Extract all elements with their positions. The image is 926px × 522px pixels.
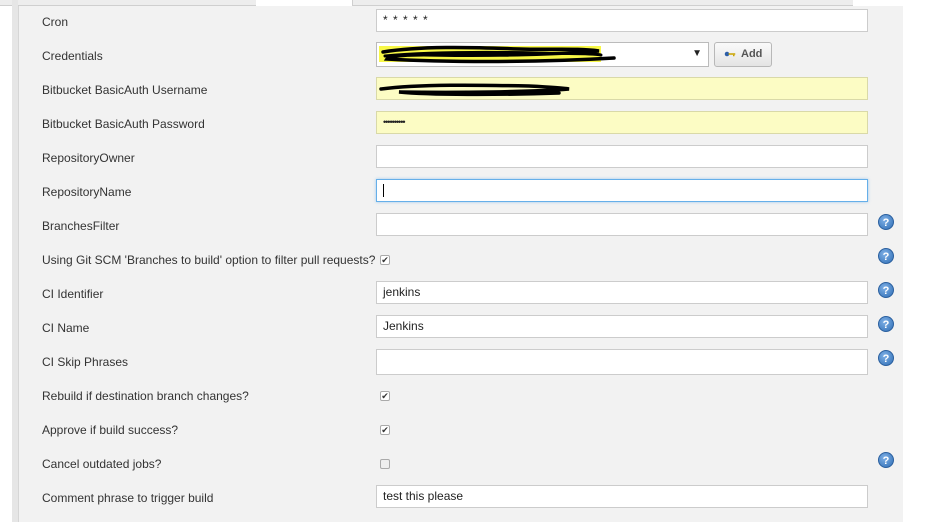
ci-identifier-label: CI Identifier xyxy=(42,287,104,301)
add-credentials-button[interactable]: Add xyxy=(714,42,772,67)
cancel-row: Cancel outdated jobs? ? xyxy=(19,448,903,482)
repo-owner-label: RepositoryOwner xyxy=(42,151,135,165)
cancel-checkbox[interactable] xyxy=(380,459,390,469)
bb-password-label: Bitbucket BasicAuth Password xyxy=(42,117,205,131)
rebuild-label: Rebuild if destination branch changes? xyxy=(42,389,249,403)
bb-username-row: Bitbucket BasicAuth Username xyxy=(19,74,903,108)
help-icon[interactable]: ? xyxy=(878,350,894,366)
repo-owner-row: RepositoryOwner xyxy=(19,142,903,176)
help-icon[interactable]: ? xyxy=(878,316,894,332)
rebuild-checkbox[interactable]: ✔ xyxy=(380,391,390,401)
branches-filter-row: BranchesFilter ? xyxy=(19,210,903,244)
repo-name-label: RepositoryName xyxy=(42,185,132,199)
ci-skip-label: CI Skip Phrases xyxy=(42,355,129,369)
git-scm-filter-row: Using Git SCM 'Branches to build' option… xyxy=(19,244,903,278)
build-trigger-config-panel: Cron * * * * * Credentials ▼ Add Bitbuck… xyxy=(18,6,903,522)
cancel-label: Cancel outdated jobs? xyxy=(42,457,162,471)
ci-name-input[interactable]: Jenkins xyxy=(376,315,868,338)
ci-skip-input[interactable] xyxy=(376,349,868,375)
text-caret xyxy=(383,184,384,198)
approve-label: Approve if build success? xyxy=(42,423,179,437)
credentials-label: Credentials xyxy=(42,49,103,63)
cron-label: Cron xyxy=(42,15,69,29)
comment-phrase-input[interactable]: test this please xyxy=(376,485,868,508)
bb-password-row: Bitbucket BasicAuth Password •••••••••• xyxy=(19,108,903,142)
ci-name-label: CI Name xyxy=(42,321,90,335)
branches-filter-input[interactable] xyxy=(376,213,868,236)
repo-name-row: RepositoryName xyxy=(19,176,903,210)
dropdown-arrow-icon[interactable]: ▼ xyxy=(692,48,702,59)
bb-username-label: Bitbucket BasicAuth Username xyxy=(42,83,208,97)
approve-row: Approve if build success? ✔ xyxy=(19,414,903,448)
repo-owner-input[interactable] xyxy=(376,145,868,168)
ci-identifier-input[interactable]: jenkins xyxy=(376,281,868,304)
bb-username-input[interactable] xyxy=(376,77,868,100)
cron-row: Cron * * * * * xyxy=(19,6,903,40)
redacted-scribble xyxy=(379,83,570,97)
ci-identifier-row: CI Identifier jenkins ? xyxy=(19,278,903,312)
git-scm-filter-label: Using Git SCM 'Branches to build' option… xyxy=(42,253,376,267)
key-icon xyxy=(724,51,736,57)
credentials-row: Credentials ▼ Add xyxy=(19,40,903,74)
repo-name-input[interactable] xyxy=(376,179,868,202)
add-button-label: Add xyxy=(741,48,763,60)
rebuild-row: Rebuild if destination branch changes? ✔ xyxy=(19,380,903,414)
branches-filter-label: BranchesFilter xyxy=(42,219,120,233)
ci-name-row: CI Name Jenkins ? xyxy=(19,312,903,346)
comment-phrase-row: Comment phrase to trigger build test thi… xyxy=(19,482,903,516)
help-icon[interactable]: ? xyxy=(878,452,894,468)
bb-password-input[interactable]: •••••••••• xyxy=(376,111,868,134)
git-scm-filter-checkbox[interactable]: ✔ xyxy=(380,255,390,265)
comment-phrase-label: Comment phrase to trigger build xyxy=(42,491,214,505)
help-icon[interactable]: ? xyxy=(878,282,894,298)
credentials-select[interactable]: ▼ xyxy=(376,42,709,67)
ci-skip-row: CI Skip Phrases ? xyxy=(19,346,903,380)
cron-input[interactable]: * * * * * xyxy=(376,9,868,32)
help-icon[interactable]: ? xyxy=(878,214,894,230)
redacted-scribble xyxy=(379,45,616,64)
help-icon[interactable]: ? xyxy=(878,248,894,264)
approve-checkbox[interactable]: ✔ xyxy=(380,425,390,435)
